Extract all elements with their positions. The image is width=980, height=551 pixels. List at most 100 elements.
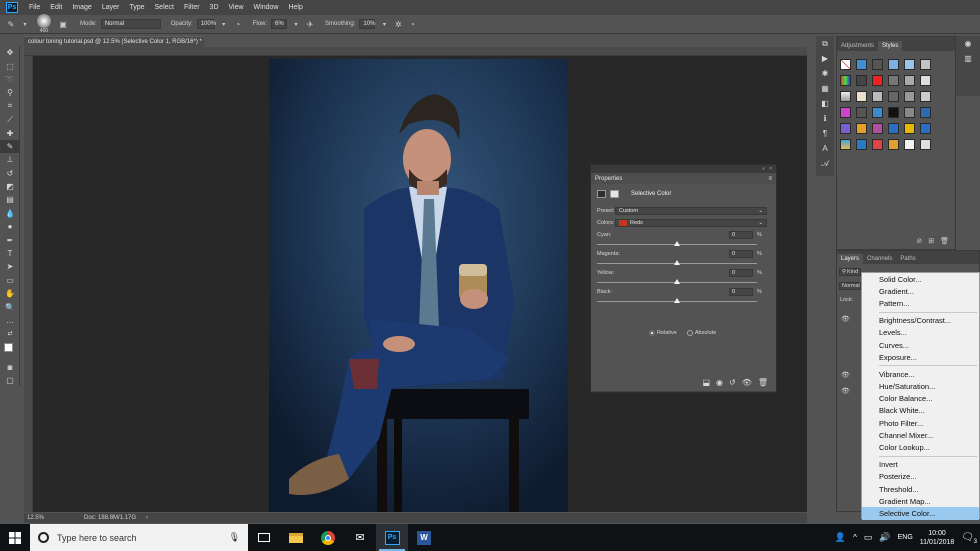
style-swatch[interactable]: [856, 59, 867, 70]
chevron-down-icon[interactable]: ▾: [20, 19, 30, 29]
rectangle-tool-icon[interactable]: ▭: [0, 274, 20, 287]
tab-channels[interactable]: Channels: [863, 254, 896, 264]
chevron-up-icon[interactable]: ^: [853, 533, 857, 542]
properties-tab[interactable]: Properties ≡: [591, 173, 776, 184]
zoom-tool-icon[interactable]: 🔍: [0, 300, 20, 313]
slider-value-field[interactable]: 0: [729, 250, 753, 258]
menu-layer[interactable]: Layer: [97, 4, 125, 11]
style-swatch[interactable]: [872, 123, 883, 134]
visibility-eye-icon[interactable]: 👁: [841, 315, 850, 323]
style-swatch[interactable]: [840, 139, 851, 150]
style-swatch[interactable]: [920, 59, 931, 70]
menu-help[interactable]: Help: [283, 4, 307, 11]
context-menu-item[interactable]: Hue/Saturation...: [862, 381, 979, 393]
style-swatch[interactable]: [840, 59, 851, 70]
menu-select[interactable]: Select: [150, 4, 179, 11]
style-swatch[interactable]: [888, 59, 899, 70]
notifications-icon[interactable]: 🗨 3: [961, 532, 977, 545]
collapse-icon[interactable]: «: [762, 166, 765, 172]
mask-icon[interactable]: [610, 190, 619, 198]
gear-icon[interactable]: ✲: [393, 19, 403, 29]
brush-tool-icon[interactable]: ✎: [0, 139, 20, 154]
style-swatch[interactable]: [920, 123, 931, 134]
style-swatch[interactable]: [888, 123, 899, 134]
ruler-horizontal[interactable]: [24, 47, 807, 56]
panel-menu-icon[interactable]: ≡: [768, 176, 772, 182]
path-select-tool-icon[interactable]: ➤: [0, 260, 20, 273]
history-brush-tool-icon[interactable]: ↺: [0, 167, 20, 180]
network-icon[interactable]: ▭: [864, 532, 873, 543]
tab-styles[interactable]: Styles: [878, 41, 903, 51]
eyedropper-tool-icon[interactable]: ⟋: [0, 113, 20, 126]
swatches-icon[interactable]: ▦: [816, 81, 834, 96]
style-swatch[interactable]: [840, 75, 851, 86]
layer-filter-kind[interactable]: ⚲ Kind: [839, 268, 861, 276]
tab-paths[interactable]: Paths: [896, 254, 919, 264]
taskbar-search[interactable]: Type here to search 🎙: [30, 524, 248, 551]
menu-file[interactable]: File: [24, 4, 45, 11]
close-icon[interactable]: ×: [769, 166, 772, 172]
dodge-tool-icon[interactable]: ●: [0, 220, 20, 233]
character-icon[interactable]: A: [816, 141, 834, 156]
context-menu-item[interactable]: Pattern...: [862, 297, 979, 309]
history-icon[interactable]: ⧉: [816, 36, 834, 51]
adjustments-icon[interactable]: ◧: [816, 96, 834, 111]
more-tools-icon[interactable]: …: [0, 314, 20, 327]
people-icon[interactable]: 👤: [835, 532, 846, 543]
clone-stamp-tool-icon[interactable]: ⊥: [0, 153, 20, 166]
chrome-button[interactable]: [312, 524, 344, 551]
context-menu-item[interactable]: Invert: [862, 459, 979, 471]
context-menu-item[interactable]: Exposure...: [862, 351, 979, 363]
mail-button[interactable]: ✉: [344, 524, 376, 551]
airbrush-icon[interactable]: ✈: [305, 19, 315, 29]
menu-filter[interactable]: Filter: [179, 4, 205, 11]
chevron-down-icon[interactable]: ▾: [291, 19, 301, 29]
slider-value-field[interactable]: 0: [729, 269, 753, 277]
brush-settings-icon[interactable]: ▣: [58, 19, 68, 29]
style-swatch[interactable]: [888, 91, 899, 102]
menu-view[interactable]: View: [224, 4, 249, 11]
ruler-vertical[interactable]: [24, 56, 33, 512]
style-swatch[interactable]: [856, 139, 867, 150]
chevron-right-icon[interactable]: ›: [146, 515, 148, 521]
tab-adjustments[interactable]: Adjustments: [837, 41, 878, 51]
context-menu-item[interactable]: Color Lookup...: [862, 441, 979, 453]
radio-absolute[interactable]: Absolute: [686, 330, 716, 336]
glyphs-icon[interactable]: 𝒜: [816, 156, 834, 171]
style-swatch[interactable]: [840, 107, 851, 118]
context-menu-item[interactable]: Solid Color...: [862, 273, 979, 285]
colors-select[interactable]: Reds ⌄: [615, 219, 767, 227]
paragraph-icon[interactable]: ¶: [816, 126, 834, 141]
style-swatch[interactable]: [856, 91, 867, 102]
context-menu-item[interactable]: Gradient Map...: [862, 495, 979, 507]
slider-value-field[interactable]: 0: [729, 231, 753, 239]
blur-tool-icon[interactable]: 💧: [0, 207, 20, 220]
radio-relative[interactable]: Relative: [649, 330, 677, 336]
menu-type[interactable]: Type: [124, 4, 149, 11]
smoothing-field[interactable]: 10%: [359, 19, 375, 29]
zoom-level[interactable]: 12.5%: [27, 515, 44, 521]
actions-icon[interactable]: ▶: [816, 51, 834, 66]
style-swatch[interactable]: [840, 91, 851, 102]
context-menu-item[interactable]: Levels...: [862, 327, 979, 339]
doc-info[interactable]: Doc: 188.8M/1.17G: [84, 515, 136, 521]
style-swatch[interactable]: [904, 139, 915, 150]
context-menu-item[interactable]: Black White...: [862, 405, 979, 417]
brush-settings-icon[interactable]: ✱: [816, 66, 834, 81]
volume-icon[interactable]: 🔊: [879, 532, 890, 543]
gradient-tool-icon[interactable]: ▤: [0, 193, 20, 206]
learn-icon[interactable]: ◉: [956, 36, 980, 51]
context-menu-item[interactable]: Color Balance...: [862, 393, 979, 405]
document-photo[interactable]: [269, 59, 568, 512]
style-swatch[interactable]: [920, 91, 931, 102]
menu-3d[interactable]: 3D: [205, 4, 224, 11]
tab-layers[interactable]: Layers: [837, 254, 864, 264]
preset-select[interactable]: Custom ⌄: [615, 207, 767, 215]
word-button[interactable]: W: [408, 524, 440, 551]
type-tool-icon[interactable]: T: [0, 247, 20, 260]
style-swatch[interactable]: [888, 75, 899, 86]
visibility-eye-icon[interactable]: 👁: [841, 371, 850, 379]
libraries-icon[interactable]: ▥: [956, 51, 980, 66]
new-style-icon[interactable]: ⊞: [928, 237, 934, 245]
opacity-field[interactable]: 100%: [196, 19, 216, 29]
